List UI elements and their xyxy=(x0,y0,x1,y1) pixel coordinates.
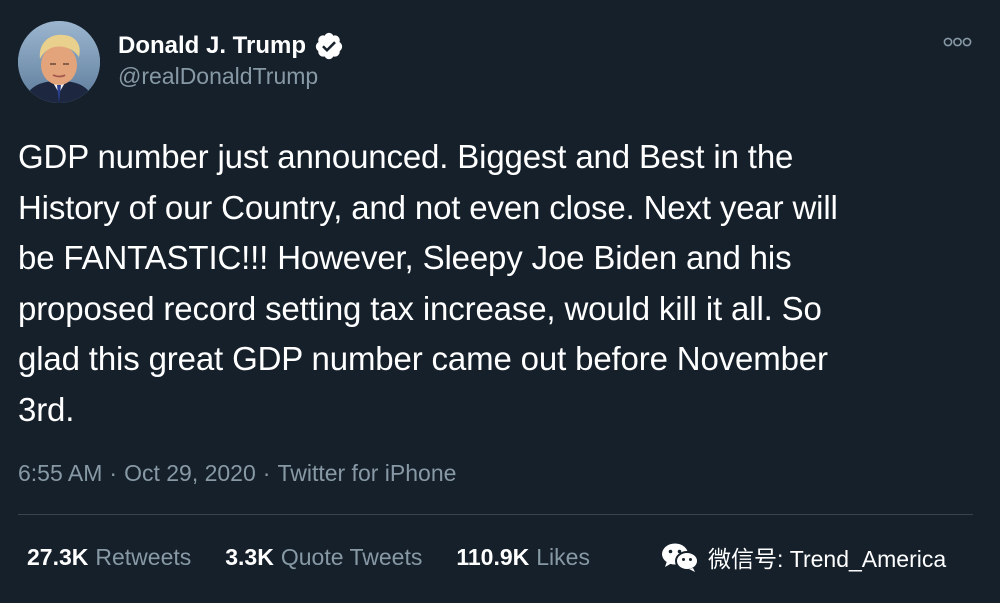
wechat-icon xyxy=(662,543,699,572)
tweet-text-line: 3rd. xyxy=(18,390,75,428)
tweet-text-line: glad this great GDP number came out befo… xyxy=(18,340,828,377)
divider xyxy=(18,514,973,515)
likes-count: 110.9K xyxy=(456,543,530,570)
tweet-time[interactable]: 6:55 AM xyxy=(18,460,102,487)
quote-tweets-label: Quote Tweets xyxy=(280,543,423,570)
likes-stat[interactable]: 110.9K Likes xyxy=(456,544,590,571)
tweet-text-line: be FANTASTIC!!! However, Sleepy Joe Bide… xyxy=(18,239,792,276)
more-options-icon xyxy=(943,37,972,47)
meta-separator: · xyxy=(109,459,118,486)
likes-label: Likes xyxy=(536,543,590,570)
tweet-card: Donald J. Trump @realDonaldTrump GDP num… xyxy=(0,0,1000,603)
retweets-label: Retweets xyxy=(95,543,192,570)
wechat-watermark: 微信号: Trend_America xyxy=(660,537,946,577)
tweet-text-line: GDP number just announced. Biggest and B… xyxy=(18,138,794,175)
display-name-row: Donald J. Trump xyxy=(118,30,344,62)
tweet-text-line: proposed record setting tax increase, wo… xyxy=(18,289,822,327)
quote-tweets-count: 3.3K xyxy=(225,543,274,570)
display-name[interactable]: Donald J. Trump xyxy=(118,32,306,60)
retweets-stat[interactable]: 27.3K Retweets xyxy=(27,544,191,571)
tweet-text: GDP number just announced. Biggest and B… xyxy=(18,132,973,435)
tweet-meta: 6:55 AM · Oct 29, 2020 · Twitter for iPh… xyxy=(18,457,456,489)
quote-tweets-stat[interactable]: 3.3K Quote Tweets xyxy=(225,544,422,571)
watermark-text: 微信号: Trend_America xyxy=(708,546,947,572)
tweet-source[interactable]: Twitter for iPhone xyxy=(277,460,456,487)
more-options-button[interactable] xyxy=(942,31,973,53)
avatar[interactable] xyxy=(18,21,100,103)
user-handle[interactable]: @realDonaldTrump xyxy=(118,63,318,90)
verified-badge-icon xyxy=(314,31,344,61)
meta-separator: · xyxy=(262,459,271,486)
tweet-text-line: History of our Country, and not even clo… xyxy=(18,188,838,226)
profile-photo-icon xyxy=(18,21,100,103)
retweets-count: 27.3K xyxy=(27,543,89,570)
engagement-stats: 27.3K Retweets 3.3K Quote Tweets 110.9K … xyxy=(27,541,624,573)
tweet-date[interactable]: Oct 29, 2020 xyxy=(124,460,256,487)
